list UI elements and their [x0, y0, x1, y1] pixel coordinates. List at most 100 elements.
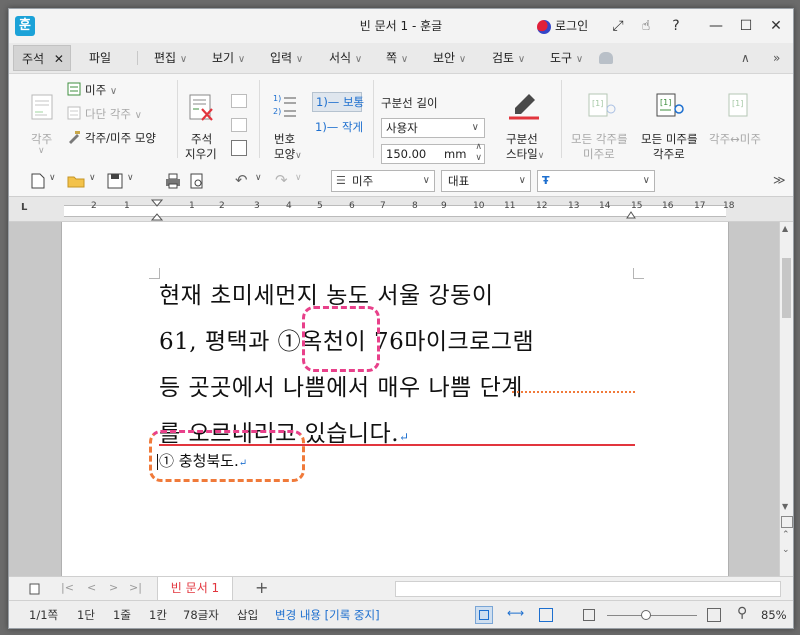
number-shape-label-2[interactable]: 모양∨: [274, 146, 302, 162]
new-document-icon[interactable]: [31, 173, 45, 189]
scroll-up-icon[interactable]: ▲: [782, 224, 788, 233]
footnote-button[interactable]: 각주: [31, 131, 52, 147]
menu-tools[interactable]: 도구 ∨: [550, 43, 583, 75]
status-track-changes[interactable]: 변경 내용 [기록 중지]: [275, 601, 380, 628]
all-foot-to-end-label-2[interactable]: 미주로: [583, 146, 615, 162]
vertical-scrollbar[interactable]: ▲ ▼ ⌃ ⌄: [779, 222, 793, 576]
menu-security[interactable]: 보안 ∨: [433, 43, 466, 75]
horizontal-scrollbar[interactable]: [395, 581, 781, 597]
note-print-icon[interactable]: [231, 140, 247, 156]
right-indent-marker-icon[interactable]: [626, 209, 636, 219]
chevron-down-icon[interactable]: ∨: [255, 173, 262, 183]
endnote-button[interactable]: 미주 ∨: [85, 82, 117, 98]
zoom-in-icon[interactable]: [707, 608, 721, 622]
tab-annotation-label: 주석: [22, 52, 45, 66]
tab-document-1[interactable]: 빈 문서 1: [157, 577, 233, 601]
prev-page-icon[interactable]: ⌃: [782, 530, 790, 540]
first-tab-icon[interactable]: |<: [61, 581, 74, 594]
all-end-to-foot-label-2[interactable]: 각주로: [653, 146, 685, 162]
separator-style-label-1[interactable]: 구분선: [506, 131, 538, 147]
toolbar-expand-icon[interactable]: ≫: [773, 173, 786, 187]
minimize-button[interactable]: —: [705, 15, 727, 37]
style-select[interactable]: ☰ 미주 ∨: [331, 170, 435, 192]
ribbon-more-button[interactable]: »: [773, 43, 780, 73]
next-note-icon[interactable]: [231, 118, 247, 132]
normal-size-button[interactable]: 1)— 보통: [312, 92, 364, 112]
next-tab-icon[interactable]: >: [109, 581, 118, 594]
font-language-select[interactable]: 대표 ∨: [441, 170, 531, 192]
menu-file[interactable]: 파일: [89, 43, 111, 73]
body-text-line-3[interactable]: 등 곳곳에서 나쁨에서 매우 나쁨 단계: [159, 368, 633, 402]
indent-marker-icon[interactable]: [151, 199, 163, 221]
fit-page-icon[interactable]: [539, 608, 553, 622]
scrollbar-thumb[interactable]: [782, 258, 791, 318]
menu-review[interactable]: 검토 ∨: [492, 43, 525, 75]
close-icon[interactable]: ✕: [54, 52, 64, 66]
hand-icon[interactable]: ☝: [635, 15, 657, 37]
scroll-down-icon[interactable]: ▼: [782, 502, 788, 511]
add-tab-button[interactable]: +: [255, 578, 268, 597]
menu-insert[interactable]: 입력 ∨: [270, 43, 303, 75]
all-foot-to-end-label-1[interactable]: 모든 각주를: [571, 131, 628, 147]
menu-view[interactable]: 보기 ∨: [212, 43, 245, 75]
zoom-slider-thumb[interactable]: [641, 610, 651, 620]
menu-format[interactable]: 서식 ∨: [329, 43, 362, 75]
small-size-button[interactable]: 1)— 작게: [315, 119, 363, 135]
swap-note-button[interactable]: 각주↔미주: [709, 131, 761, 147]
zoom-out-icon[interactable]: [583, 609, 595, 621]
swap-note-icon: [1]: [728, 93, 748, 117]
multi-footnote-button[interactable]: 다단 각주 ∨: [85, 106, 142, 122]
tab-annotation[interactable]: 주석 ✕: [13, 45, 71, 71]
horizontal-ruler[interactable]: L 2 1 1 2 3 4 5 6 7 8 9 10 11 12 13 14 1…: [9, 197, 793, 222]
next-page-icon[interactable]: ⌄: [782, 545, 790, 555]
status-page[interactable]: 1/1쪽: [29, 601, 58, 628]
status-insert-mode[interactable]: 삽입: [237, 601, 258, 628]
delete-note-label-1[interactable]: 주석: [191, 131, 212, 147]
all-end-to-foot-label-1[interactable]: 모든 미주를: [641, 131, 698, 147]
magnifier-icon[interactable]: ⚲: [737, 605, 747, 621]
normal-view-button[interactable]: [475, 606, 493, 624]
chevron-down-icon[interactable]: ∨: [49, 173, 56, 183]
maximize-button[interactable]: ☐: [735, 15, 757, 37]
menu-edit[interactable]: 편집 ∨: [154, 43, 187, 75]
expand-icon[interactable]: ⤢: [607, 15, 629, 37]
delete-note-label-2[interactable]: 지우기: [185, 146, 217, 162]
note-shape-button[interactable]: 각주/미주 모양: [85, 130, 156, 146]
spin-arrows-icon[interactable]: ∧ ∨: [475, 142, 482, 164]
login-link[interactable]: 로그인: [555, 9, 588, 43]
open-folder-icon[interactable]: [67, 174, 85, 188]
body-text-line-2[interactable]: 61, 평택과 ①옥천이 76마이크로그램: [159, 322, 633, 356]
tab-list-icon[interactable]: [29, 583, 41, 595]
print-preview-icon[interactable]: [189, 173, 205, 189]
font-name-select[interactable]: Ŧ ∨: [537, 170, 655, 192]
chevron-down-icon[interactable]: ∨: [89, 173, 96, 183]
prev-tab-icon[interactable]: <: [87, 581, 96, 594]
undo-icon[interactable]: ↶: [235, 171, 248, 189]
ruler-number: 7: [380, 201, 386, 211]
separator-length-select[interactable]: 사용자 ∨: [381, 118, 485, 138]
body-text-line-1[interactable]: 현재 초미세먼지 농도 서울 강동이: [159, 276, 633, 310]
separator-style-label-2[interactable]: 스타일∨: [506, 146, 544, 162]
page-view-icon[interactable]: [781, 516, 793, 528]
tab-type-icon[interactable]: L: [21, 202, 27, 213]
save-icon[interactable]: [107, 173, 123, 189]
print-icon[interactable]: [165, 173, 181, 189]
document-page[interactable]: 현재 초미세먼지 농도 서울 강동이 61, 평택과 ①옥천이 76마이크로그램…: [61, 222, 729, 576]
chevron-down-icon: ∨: [109, 86, 118, 97]
fit-width-icon[interactable]: ⟷: [507, 606, 524, 620]
prev-note-icon[interactable]: [231, 94, 247, 108]
last-tab-icon[interactable]: >|: [129, 581, 142, 594]
zoom-slider-track[interactable]: [607, 615, 697, 616]
help-icon[interactable]: ?: [665, 15, 687, 37]
close-button[interactable]: ✕: [765, 15, 787, 37]
collapse-ribbon-button[interactable]: ∧: [741, 43, 750, 73]
redo-icon[interactable]: ↷: [275, 171, 288, 189]
zoom-level[interactable]: 85%: [761, 601, 787, 628]
chevron-down-icon[interactable]: ∨: [127, 173, 134, 183]
separator-length-input[interactable]: 150.00 mm ∧ ∨: [381, 142, 485, 164]
menu-page[interactable]: 쪽 ∨: [386, 43, 408, 75]
login-icon[interactable]: [537, 20, 551, 34]
number-shape-label-1[interactable]: 번호: [274, 131, 295, 147]
user-share-icon[interactable]: [599, 52, 613, 64]
chevron-down-icon[interactable]: ∨: [295, 173, 302, 183]
